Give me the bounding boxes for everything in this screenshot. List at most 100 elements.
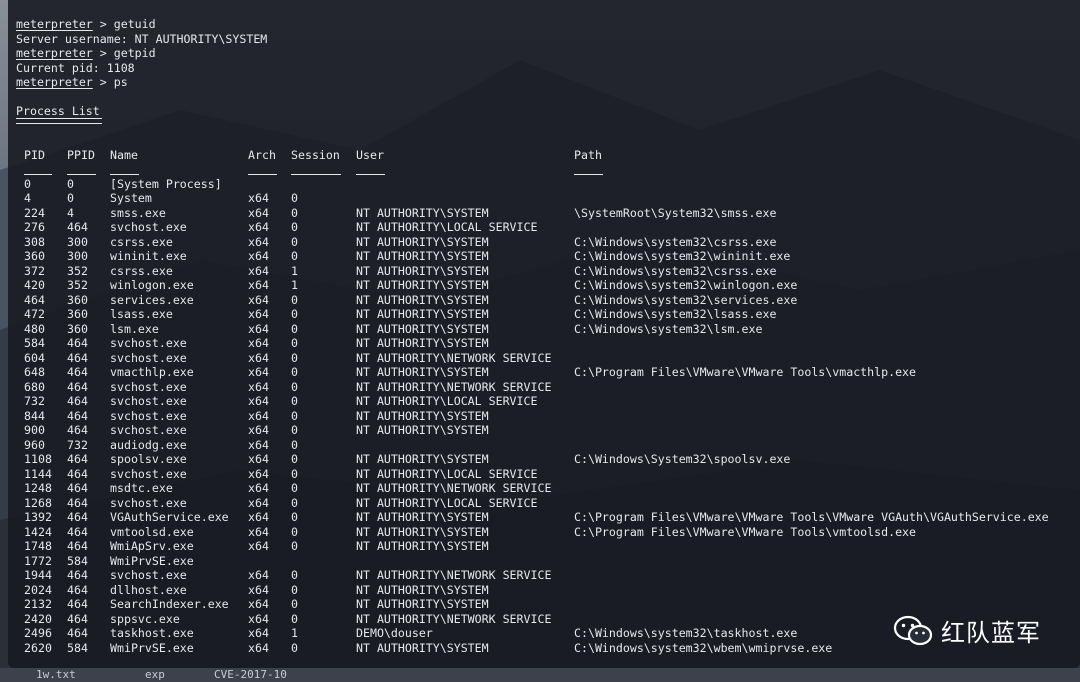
cell-ppid: 464	[67, 495, 88, 510]
table-row[interactable]: 372 352 csrss.exe x64 1 NT AUTHORITY\SYSTEM C:…	[16, 264, 1049, 279]
cell-user: NT AUTHORITY\SYSTEM	[356, 423, 489, 437]
cell-ppid: 464	[67, 423, 88, 437]
table-row[interactable]: 1772 584 WmiPrvSE.exe	[16, 554, 1049, 569]
cell-name: svchost.exe	[110, 466, 187, 481]
table-row[interactable]: 308 300 csrss.exe x64 0 NT AUTHORITY\SYSTEM C:…	[16, 235, 1049, 250]
cell-user: NT AUTHORITY\SYSTEM	[356, 336, 489, 350]
cell-pid: 1944	[24, 568, 52, 582]
table-row[interactable]: 604 464 svchost.exe x64 0 NT AUTHORITY\NETWOR…	[16, 351, 1049, 366]
table-row[interactable]: 960 732 audiodg.exe x64 0	[16, 438, 1049, 453]
table-row[interactable]: 732 464 svchost.exe x64 0 NT AUTHORITY\LOCAL …	[16, 394, 1049, 409]
cell-ppid: 0	[67, 176, 74, 191]
cell-session: 0	[291, 205, 298, 220]
table-row[interactable]: 276 464 svchost.exe x64 0 NT AUTHORITY\LOCAL …	[16, 220, 1049, 235]
column-header-pid[interactable]: PID	[24, 148, 67, 175]
cell-pid: 2496	[24, 626, 52, 640]
cell-pid: 1144	[24, 466, 52, 481]
cell-name: lsm.exe	[110, 321, 159, 336]
cell-user: NT AUTHORITY\SYSTEM	[356, 249, 489, 263]
desktop-file-label[interactable]: 1w.txt	[36, 668, 76, 681]
table-row[interactable]: 844 464 svchost.exe x64 0 NT AUTHORITY\SYSTEM	[16, 409, 1049, 424]
table-row[interactable]: 0 0 [System Process]	[16, 177, 1049, 192]
table-row[interactable]: 224 4 smss.exe x64 0 NT AUTHORITY\SYSTEM \Syst…	[16, 206, 1049, 221]
cell-path: C:\Windows\System32\spoolsv.exe	[574, 452, 791, 466]
table-row[interactable]: 4 0 System x64 0	[16, 191, 1049, 206]
table-row[interactable]: 648 464 vmacthlp.exe x64 0 NT AUTHORITY\SYSTE…	[16, 365, 1049, 380]
cell-session: 0	[291, 539, 298, 553]
table-row[interactable]: 2132 464 SearchIndexer.exe x64 0 NT AUTHORITY…	[16, 597, 1049, 612]
cell-pid: 844	[24, 408, 45, 423]
output-line: Server username: NT AUTHORITY\SYSTEM	[16, 32, 1049, 47]
prompt: meterpreter	[16, 75, 93, 89]
table-row[interactable]: 1108 464 spoolsv.exe x64 0 NT AUTHORITY\SYSTE…	[16, 452, 1049, 467]
table-row[interactable]: 1268 464 svchost.exe x64 0 NT AUTHORITY\LOCAL…	[16, 496, 1049, 511]
column-header-underline	[574, 173, 603, 175]
cell-user: NT AUTHORITY\SYSTEM	[356, 582, 489, 597]
cell-session: 0	[291, 611, 298, 626]
column-header-arch[interactable]: Arch	[248, 148, 291, 175]
table-row[interactable]: 680 464 svchost.exe x64 0 NT AUTHORITY\NETWOR…	[16, 380, 1049, 395]
cell-user: NT AUTHORITY\SYSTEM	[356, 292, 489, 307]
cell-pid: 1108	[24, 452, 52, 466]
cell-session: 0	[291, 249, 298, 263]
table-row[interactable]: 1392 464 VGAuthService.exe x64 0 NT AUTHORITY…	[16, 510, 1049, 525]
prompt-separator: >	[92, 75, 114, 89]
cell-ppid: 464	[67, 466, 88, 481]
table-row[interactable]: 420 352 winlogon.exe x64 1 NT AUTHORITY\SYSTE…	[16, 278, 1049, 293]
cell-session: 0	[291, 321, 298, 336]
cell-pid: 276	[24, 220, 45, 234]
cell-pid: 2420	[24, 611, 52, 626]
column-header-path[interactable]: Path	[574, 148, 603, 175]
cell-ppid: 464	[67, 365, 88, 379]
table-row[interactable]: 900 464 svchost.exe x64 0 NT AUTHORITY\SYSTEM	[16, 423, 1049, 438]
cell-session: 0	[291, 423, 298, 437]
table-row[interactable]: 1424 464 vmtoolsd.exe x64 0 NT AUTHORITY\SYST…	[16, 525, 1049, 540]
table-row[interactable]: 1144 464 svchost.exe x64 0 NT AUTHORITY\LOCAL…	[16, 467, 1049, 482]
cell-arch: x64	[248, 263, 269, 278]
cell-user: NT AUTHORITY\SYSTEM	[356, 524, 489, 539]
cell-session: 0	[291, 495, 298, 510]
column-header-name[interactable]: Name	[110, 148, 248, 175]
cell-arch: x64	[248, 234, 269, 249]
cell-arch: x64	[248, 481, 269, 495]
cell-ppid: 0	[67, 191, 74, 205]
cell-ppid: 464	[67, 626, 88, 640]
cell-path: C:\Windows\system32\winlogon.exe	[574, 278, 798, 292]
table-row[interactable]: 1748 464 WmiApSrv.exe x64 0 NT AUTHORITY\SYST…	[16, 539, 1049, 554]
table-row[interactable]: 480 360 lsm.exe x64 0 NT AUTHORITY\SYSTEM C:\W…	[16, 322, 1049, 337]
cell-arch: x64	[248, 640, 269, 655]
column-header-user[interactable]: User	[356, 147, 574, 175]
desktop-file-label[interactable]: exp	[145, 668, 165, 681]
cell-name: spoolsv.exe	[110, 452, 187, 466]
cell-user: NT AUTHORITY\NETWORK SERVICE	[356, 350, 552, 365]
table-row[interactable]: 472 360 lsass.exe x64 0 NT AUTHORITY\SYSTEM C:…	[16, 307, 1049, 322]
cell-session: 0	[291, 394, 298, 408]
cell-name: VGAuthService.exe	[110, 510, 229, 524]
cell-name: svchost.exe	[110, 568, 187, 582]
prompt-separator: >	[92, 46, 114, 60]
cell-name: winlogon.exe	[110, 278, 194, 292]
cell-name: SearchIndexer.exe	[110, 597, 229, 611]
table-row[interactable]: 1248 464 msdtc.exe x64 0 NT AUTHORITY\NETWORK…	[16, 481, 1049, 496]
table-row[interactable]: 2024 464 dllhost.exe x64 0 NT AUTHORITY\SYSTE…	[16, 583, 1049, 598]
cell-user: DEMO\douser	[356, 626, 433, 640]
cell-name: svchost.exe	[110, 220, 187, 234]
column-header-text: User	[356, 147, 384, 162]
cell-session: 0	[291, 510, 298, 524]
column-header-session[interactable]: Session	[291, 148, 356, 175]
table-row[interactable]: 584 464 svchost.exe x64 0 NT AUTHORITY\SYSTEM	[16, 336, 1049, 351]
cell-session: 1	[291, 263, 298, 278]
column-header-ppid[interactable]: PPID	[67, 148, 110, 175]
cell-user: NT AUTHORITY\LOCAL SERVICE	[356, 466, 538, 481]
column-header-underline	[248, 173, 277, 175]
table-row[interactable]: 464 360 services.exe x64 0 NT AUTHORITY\SYSTE…	[16, 293, 1049, 308]
cell-ppid: 464	[67, 379, 88, 394]
table-row[interactable]: 1944 464 svchost.exe x64 0 NT AUTHORITY\NETWO…	[16, 568, 1049, 583]
cell-session: 0	[291, 292, 298, 307]
cell-user: NT AUTHORITY\NETWORK SERVICE	[356, 379, 552, 394]
cell-arch: x64	[248, 365, 269, 379]
desktop-file-label[interactable]: CVE-2017-10	[214, 668, 287, 681]
table-row[interactable]: 360 300 wininit.exe x64 0 NT AUTHORITY\SYSTEM…	[16, 249, 1049, 264]
terminal-window[interactable]: meterpreter > getuid Server username: NT …	[8, 0, 1080, 668]
